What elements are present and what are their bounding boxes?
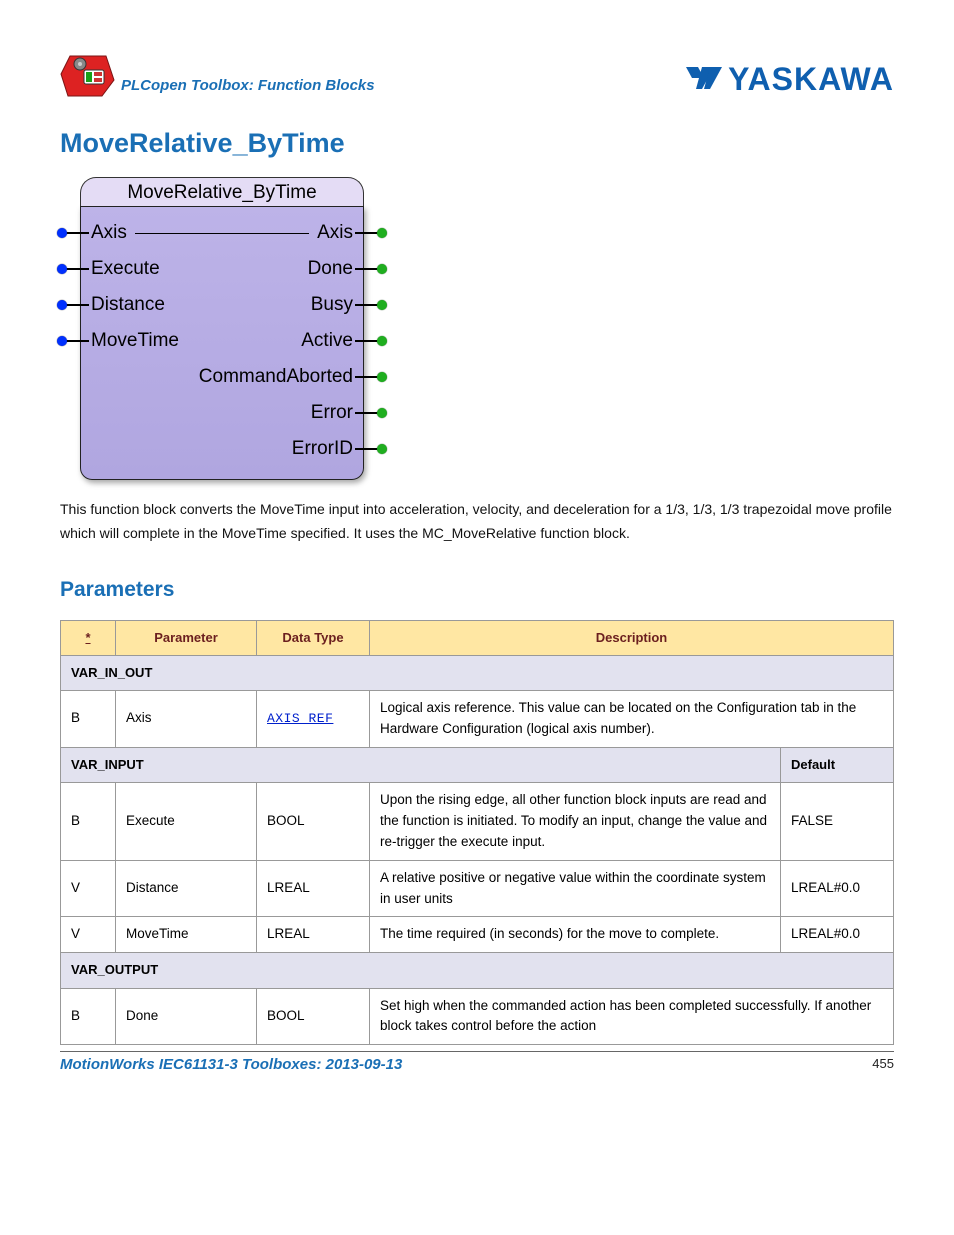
fb-input-distance: Distance — [91, 294, 222, 316]
section-var-input: VAR_INPUT Default — [61, 747, 894, 782]
description-text: This function block converts the MoveTim… — [60, 498, 894, 546]
table-row: B Axis AXIS_REF Logical axis reference. … — [61, 690, 894, 747]
output-pin-icon — [377, 444, 387, 454]
function-block-diagram: MoveRelative_ByTime Axis Axis Execute Do… — [72, 177, 894, 480]
fb-row-execute: Execute Done — [81, 251, 363, 287]
parameters-table: * Parameter Data Type Description VAR_IN… — [60, 620, 894, 1046]
input-pin-icon — [57, 300, 67, 310]
table-row: V Distance LREAL A relative positive or … — [61, 860, 894, 917]
footer-page-number: 455 — [872, 1056, 894, 1073]
axis-ref-link[interactable]: AXIS_REF — [267, 711, 333, 726]
input-pin-icon — [57, 228, 67, 238]
table-row: B Done BOOL Set high when the commanded … — [61, 988, 894, 1045]
footer-text: MotionWorks IEC61131-3 Toolboxes: 2013-0… — [60, 1056, 402, 1073]
page-header: PLCopen Toolbox: Function Blocks YASKAWA — [60, 50, 894, 98]
fb-output-busy: Busy — [222, 294, 353, 316]
output-pin-icon — [377, 228, 387, 238]
fb-input-execute: Execute — [91, 258, 222, 280]
output-pin-icon — [377, 336, 387, 346]
fb-row-distance: Distance Busy — [81, 287, 363, 323]
output-pin-icon — [377, 300, 387, 310]
fb-row-axis: Axis Axis — [81, 215, 363, 251]
input-pin-icon — [57, 264, 67, 274]
brand-text: YASKAWA — [728, 61, 894, 98]
yaskawa-mark-icon — [684, 65, 722, 95]
section-var-in-out: VAR_IN_OUT — [61, 655, 894, 690]
table-header-row: * Parameter Data Type Description — [61, 620, 894, 655]
fb-row-errorid: ErrorID — [81, 431, 363, 467]
fb-row-error: Error — [81, 395, 363, 431]
table-row: V MoveTime LREAL The time required (in s… — [61, 917, 894, 953]
fb-output-active: Active — [222, 330, 353, 352]
fb-output-errorid: ErrorID — [222, 438, 353, 460]
yaskawa-logo: YASKAWA — [684, 61, 894, 98]
fb-output-error: Error — [222, 402, 353, 424]
input-pin-icon — [57, 336, 67, 346]
fb-row-commandaborted: CommandAborted — [81, 359, 363, 395]
output-pin-icon — [377, 264, 387, 274]
col-description: Description — [370, 620, 894, 655]
output-pin-icon — [377, 372, 387, 382]
page-title: MoveRelative_ByTime — [60, 128, 894, 159]
table-row: B Execute BOOL Upon the rising edge, all… — [61, 782, 894, 860]
fb-body: Axis Axis Execute Done Distance Busy — [80, 206, 364, 480]
section-var-output: VAR_OUTPUT — [61, 953, 894, 988]
col-flag: * — [61, 620, 116, 655]
fb-output-done: Done — [222, 258, 353, 280]
fb-input-movetime: MoveTime — [91, 330, 222, 352]
col-datatype: Data Type — [257, 620, 370, 655]
fb-output-commandaborted: CommandAborted — [199, 366, 353, 388]
header-left: PLCopen Toolbox: Function Blocks — [60, 50, 375, 98]
fb-title: MoveRelative_ByTime — [80, 177, 364, 206]
breadcrumb: PLCopen Toolbox: Function Blocks — [121, 77, 375, 98]
plcopen-logo-icon — [60, 50, 115, 98]
page-footer: MotionWorks IEC61131-3 Toolboxes: 2013-0… — [60, 1051, 894, 1073]
output-pin-icon — [377, 408, 387, 418]
col-parameter: Parameter — [116, 620, 257, 655]
fb-row-movetime: MoveTime Active — [81, 323, 363, 359]
parameters-heading: Parameters — [60, 578, 894, 602]
